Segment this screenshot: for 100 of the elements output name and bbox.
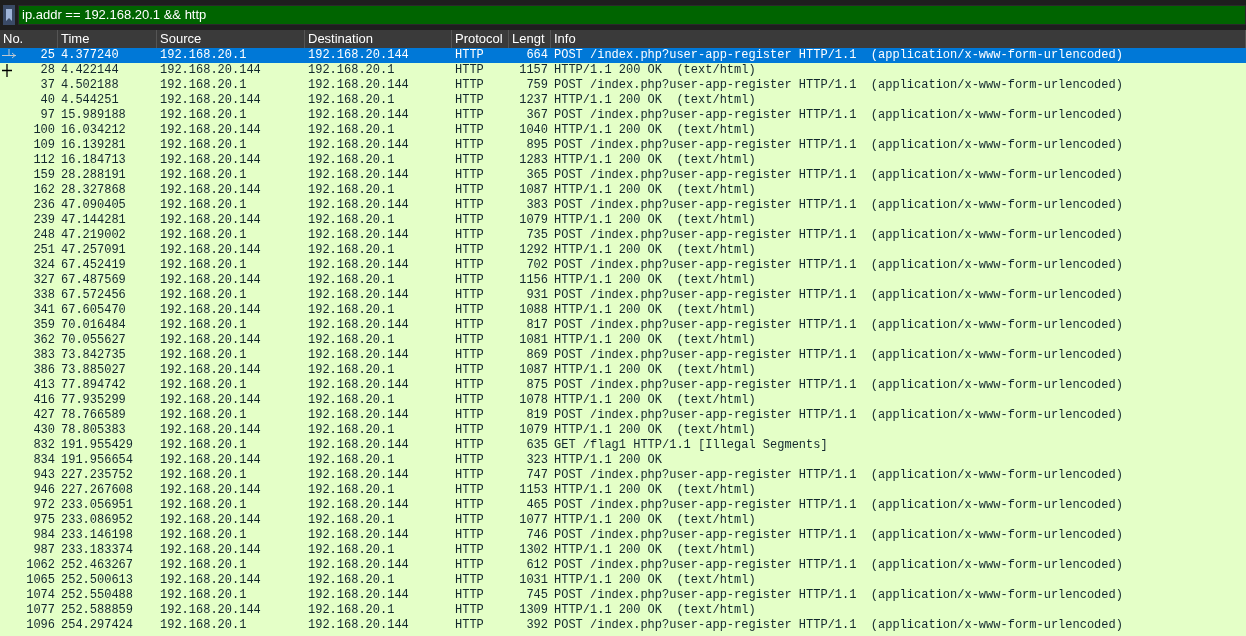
table-cell: 192.168.20.1 — [160, 408, 247, 422]
table-cell: 15.989188 — [61, 108, 126, 122]
table-cell: 236 — [33, 198, 55, 212]
table-cell: 37 — [40, 78, 55, 92]
table-cell: 28.327868 — [61, 183, 126, 197]
table-cell: 192.168.20.144 — [308, 438, 409, 452]
table-cell: 47.144281 — [61, 213, 126, 227]
display-filter-field[interactable]: ip.addr == 192.168.20.1 && http — [18, 4, 1246, 25]
table-cell: HTTP — [455, 603, 484, 617]
table-cell: POST /index.php?user-app-register HTTP/1.1 (application/x-www-form-urlencoded) — [554, 288, 1123, 302]
table-cell: 386 — [33, 363, 55, 377]
table-cell: 192.168.20.1 — [160, 498, 247, 512]
table-cell: HTTP — [455, 138, 484, 152]
table-cell: HTTP — [455, 588, 484, 602]
table-cell: 338 — [33, 288, 55, 302]
table-cell: 832 — [33, 438, 55, 452]
table-cell: 192.168.20.1 — [160, 438, 247, 452]
table-cell: 191.956654 — [61, 453, 133, 467]
table-cell: GET /flag1 HTTP/1.1 [Illegal Segments] — [554, 438, 828, 452]
table-cell: 192.168.20.144 — [308, 228, 409, 242]
table-cell: 834 — [33, 453, 55, 467]
table-cell: 1074 — [26, 588, 55, 602]
table-cell: 192.168.20.1 — [308, 123, 395, 137]
table-cell: 869 — [526, 348, 548, 362]
table-cell: POST /index.php?user-app-register HTTP/1.1 (application/x-www-form-urlencoded) — [554, 258, 1123, 272]
table-cell: HTTP/1.1 200 OK (text/html) — [554, 513, 756, 527]
table-cell: HTTP — [455, 453, 484, 467]
table-cell: 192.168.20.144 — [308, 498, 409, 512]
table-cell: POST /index.php?user-app-register HTTP/1.1 (application/x-www-form-urlencoded) — [554, 558, 1123, 572]
bookmark-icon[interactable] — [3, 4, 15, 25]
table-cell: 47.257091 — [61, 243, 126, 257]
table-cell: 227.235752 — [61, 468, 133, 482]
table-cell: HTTP — [455, 183, 484, 197]
table-cell: 4.422144 — [61, 63, 119, 77]
table-cell: 192.168.20.1 — [308, 543, 395, 557]
table-cell: POST /index.php?user-app-register HTTP/1.1 (application/x-www-form-urlencoded) — [554, 318, 1123, 332]
table-cell: HTTP/1.1 200 OK (text/html) — [554, 423, 756, 437]
table-cell: HTTP — [455, 153, 484, 167]
packet-row[interactable]: 25 4.377240 192.168.20.1 192.168.20.144 HTTP 664 POST /index.php?user-app-register HTTP/1.1 (application/x-www-form-urlencoded) — [0, 48, 1246, 63]
table-cell: 192.168.20.144 — [160, 63, 261, 77]
table-cell: HTTP — [455, 228, 484, 242]
table-cell: 192.168.20.1 — [160, 378, 247, 392]
table-cell: 1079 — [519, 213, 548, 227]
table-cell: 100 — [33, 123, 55, 137]
table-cell: 1062 — [26, 558, 55, 572]
table-cell: 192.168.20.144 — [308, 348, 409, 362]
table-cell: HTTP — [455, 318, 484, 332]
table-cell: 67.452419 — [61, 258, 126, 272]
table-cell: 28.288191 — [61, 168, 126, 182]
table-cell: 192.168.20.1 — [160, 468, 247, 482]
table-cell: 192.168.20.1 — [308, 243, 395, 257]
table-cell: 895 — [526, 138, 548, 152]
table-cell: 664 — [526, 48, 548, 62]
table-cell: 392 — [526, 618, 548, 632]
table-cell: 78.805383 — [61, 423, 126, 437]
table-cell: 1302 — [519, 543, 548, 557]
table-cell: 192.168.20.144 — [308, 408, 409, 422]
table-cell: 162 — [33, 183, 55, 197]
table-cell: 16.034212 — [61, 123, 126, 137]
table-cell: HTTP — [455, 303, 484, 317]
table-cell: 192.168.20.144 — [160, 213, 261, 227]
table-cell: POST /index.php?user-app-register HTTP/1.1 (application/x-www-form-urlencoded) — [554, 378, 1123, 392]
table-cell: 28 — [40, 63, 55, 77]
table-cell: 946 — [33, 483, 55, 497]
table-cell: 192.168.20.1 — [160, 108, 247, 122]
table-cell: 192.168.20.144 — [160, 303, 261, 317]
table-cell: 192.168.20.1 — [308, 573, 395, 587]
table-cell: 430 — [33, 423, 55, 437]
table-cell: HTTP — [455, 93, 484, 107]
table-cell: 254.297424 — [61, 618, 133, 632]
table-cell: 67.572456 — [61, 288, 126, 302]
table-cell: 252.550488 — [61, 588, 133, 602]
table-cell: POST /index.php?user-app-register HTTP/1.1 (application/x-www-form-urlencoded) — [554, 588, 1123, 602]
table-cell: HTTP/1.1 200 OK (text/html) — [554, 603, 756, 617]
table-cell: HTTP/1.1 200 OK (text/html) — [554, 393, 756, 407]
table-cell: 612 — [526, 558, 548, 572]
table-cell: 987 — [33, 543, 55, 557]
table-cell: 1077 — [519, 513, 548, 527]
table-cell: 365 — [526, 168, 548, 182]
table-cell: 383 — [33, 348, 55, 362]
table-cell: POST /index.php?user-app-register HTTP/1.1 (application/x-www-form-urlencoded) — [554, 108, 1123, 122]
table-cell: 192.168.20.1 — [160, 168, 247, 182]
table-cell: 192.168.20.1 — [160, 618, 247, 632]
table-cell: 192.168.20.144 — [308, 78, 409, 92]
table-cell: 192.168.20.1 — [160, 288, 247, 302]
table-cell: 635 — [526, 438, 548, 452]
table-cell: 1087 — [519, 363, 548, 377]
table-cell: 1153 — [519, 483, 548, 497]
table-cell: HTTP — [455, 378, 484, 392]
table-cell: POST /index.php?user-app-register HTTP/1.1 (application/x-www-form-urlencoded) — [554, 228, 1123, 242]
table-cell: HTTP/1.1 200 OK (text/html) — [554, 573, 756, 587]
table-cell: HTTP — [455, 213, 484, 227]
table-cell: HTTP — [455, 333, 484, 347]
table-cell: 192.168.20.144 — [308, 258, 409, 272]
table-cell: 192.168.20.144 — [308, 558, 409, 572]
table-cell: 735 — [526, 228, 548, 242]
table-cell: HTTP — [455, 78, 484, 92]
table-cell: 192.168.20.144 — [160, 273, 261, 287]
table-cell: 16.184713 — [61, 153, 126, 167]
table-cell: 192.168.20.1 — [160, 528, 247, 542]
